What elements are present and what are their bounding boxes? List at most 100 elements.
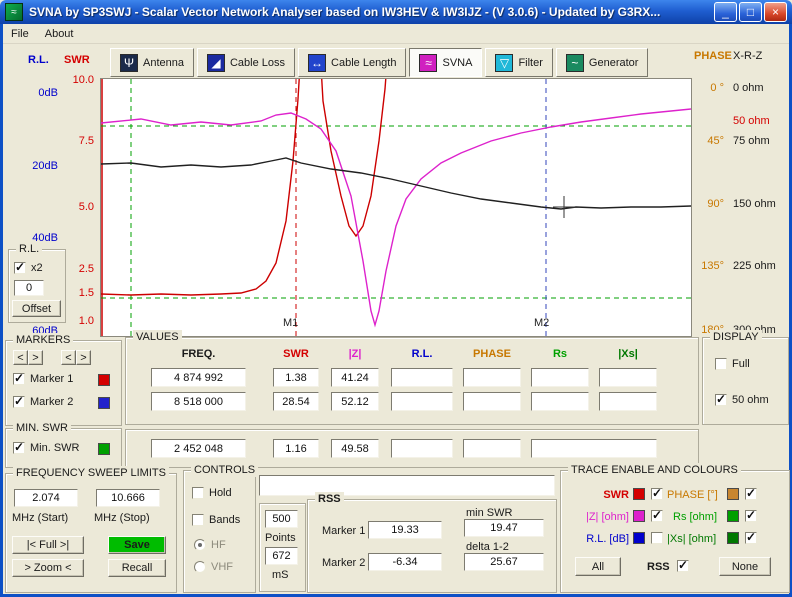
offset-button[interactable]: Offset xyxy=(12,300,61,317)
minswr-z-field[interactable] xyxy=(331,439,379,458)
trace-z-swatch[interactable] xyxy=(633,510,645,522)
ms-label: mS xyxy=(272,569,289,581)
trace-swr-checkbox-box xyxy=(651,486,663,500)
m1-z-field[interactable] xyxy=(331,368,379,387)
menu-about[interactable]: About xyxy=(37,26,82,42)
rl-offset-input[interactable] xyxy=(14,280,44,296)
trace-xs-swatch[interactable] xyxy=(727,532,739,544)
x2-checkbox[interactable]: x2 xyxy=(14,260,43,274)
cable-length-button[interactable]: ↔ Cable Length xyxy=(298,48,407,77)
save-button[interactable]: Save xyxy=(108,536,166,554)
m1-rs-field[interactable] xyxy=(531,368,589,387)
chart-area[interactable]: M1 M2 xyxy=(100,78,692,337)
hold-checkbox-label: Hold xyxy=(209,487,232,499)
stop-freq-input[interactable] xyxy=(96,489,160,507)
values-group: VALUES FREQ. SWR |Z| R.L. PHASE Rs |Xs| xyxy=(125,330,699,425)
hf-radio[interactable]: HF xyxy=(194,539,226,551)
m1-xs-field[interactable] xyxy=(599,368,657,387)
minswr-rl-field[interactable] xyxy=(391,439,453,458)
trace-rs-checkbox[interactable] xyxy=(745,508,757,522)
full-checkbox-box xyxy=(715,358,727,370)
minswr-swr-field[interactable] xyxy=(273,439,319,458)
phase-tick: 90° xyxy=(707,198,724,210)
message-box[interactable] xyxy=(259,475,555,496)
m2-xs-field[interactable] xyxy=(599,392,657,411)
bands-checkbox[interactable]: Bands xyxy=(192,514,240,526)
minswr-freq-field[interactable] xyxy=(151,439,246,458)
svna-button[interactable]: ≈ SVNA xyxy=(409,48,483,77)
rss-toggle-checkbox[interactable] xyxy=(677,558,689,572)
trace-phase-swatch[interactable] xyxy=(727,488,739,500)
full-checkbox[interactable]: Full xyxy=(715,358,750,370)
m1-swr-field[interactable] xyxy=(273,368,319,387)
rss-min-swr-field[interactable] xyxy=(464,519,544,537)
trace-swr-checkbox[interactable] xyxy=(651,486,663,500)
trace-xs-label: |Xs| [ohm] xyxy=(667,533,717,545)
stop-freq-label: MHz (Stop) xyxy=(94,512,150,524)
points-value-field[interactable] xyxy=(265,510,298,528)
trace-swr-swatch[interactable] xyxy=(633,488,645,500)
m1-freq-field[interactable] xyxy=(151,368,246,387)
marker2-checkbox-label: Marker 2 xyxy=(30,396,74,408)
filter-button[interactable]: ▽ Filter xyxy=(485,48,553,77)
m2-phase-field[interactable] xyxy=(463,392,521,411)
toolbar: Ψ Antenna ◢ Cable Loss ↔ Cable Length ≈ … xyxy=(110,48,649,77)
generator-button[interactable]: ~ Generator xyxy=(555,48,649,77)
close-button[interactable]: × xyxy=(764,2,787,22)
trace-swr-label: SWR xyxy=(603,489,629,501)
trace-phase-checkbox[interactable] xyxy=(745,486,757,500)
trace-z-checkbox[interactable] xyxy=(651,508,663,522)
recall-button[interactable]: Recall xyxy=(108,559,166,577)
antenna-button[interactable]: Ψ Antenna xyxy=(110,48,194,77)
trace-rl-swatch[interactable] xyxy=(633,532,645,544)
marker2-left-button[interactable]: < xyxy=(61,350,76,365)
start-freq-input[interactable] xyxy=(14,489,78,507)
filter-label: Filter xyxy=(518,56,543,69)
title-bar[interactable]: ≈ SVNA by SP3SWJ - Scalar Vector Network… xyxy=(0,0,792,24)
trace-xs-checkbox[interactable] xyxy=(745,530,757,544)
marker2-checkbox[interactable]: Marker 2 xyxy=(13,394,74,408)
generator-label: Generator xyxy=(588,56,639,69)
cable-loss-button[interactable]: ◢ Cable Loss xyxy=(196,48,296,77)
marker1-left-button[interactable]: < xyxy=(13,350,28,365)
marker1-checkbox[interactable]: Marker 1 xyxy=(13,371,73,385)
trace-rl-checkbox[interactable] xyxy=(651,532,663,544)
minswr-extra-field[interactable] xyxy=(531,439,657,458)
all-traces-button[interactable]: All xyxy=(575,557,621,576)
minswr-phase-field[interactable] xyxy=(463,439,521,458)
marker2-right-button[interactable]: > xyxy=(76,350,91,365)
window-border-left xyxy=(0,24,3,597)
rss-group: RSS Marker 1 min SWR Marker 2 delta 1-2 xyxy=(307,492,557,593)
minimize-button[interactable]: _ xyxy=(714,2,737,22)
m2-z-field[interactable] xyxy=(331,392,379,411)
trace-rs-swatch[interactable] xyxy=(727,510,739,522)
none-traces-button[interactable]: None xyxy=(719,557,771,576)
m1-phase-field[interactable] xyxy=(463,368,521,387)
marker1-right-button[interactable]: > xyxy=(28,350,43,365)
ohm50-checkbox[interactable]: 50 ohm xyxy=(715,392,769,406)
swr-tick: 7.5 xyxy=(78,135,94,147)
m2-swr-field[interactable] xyxy=(273,392,319,411)
rss-delta-field[interactable] xyxy=(464,553,544,571)
rss-marker2-field[interactable] xyxy=(368,553,442,571)
hold-checkbox[interactable]: Hold xyxy=(192,487,232,499)
rss-marker1-field[interactable] xyxy=(368,521,442,539)
bands-checkbox-label: Bands xyxy=(209,514,241,526)
trace-swr xyxy=(101,79,387,296)
ohm-tick: 0 ohm xyxy=(733,82,764,94)
full-span-button[interactable]: |< Full >| xyxy=(12,536,84,554)
vhf-radio[interactable]: VHF xyxy=(194,561,233,573)
trace-z-checkbox-box xyxy=(651,508,663,522)
cable-length-label: Cable Length xyxy=(331,56,397,69)
trace-group-title: TRACE ENABLE AND COLOURS xyxy=(568,463,741,477)
m2-freq-field[interactable] xyxy=(151,392,246,411)
ms-value-field[interactable] xyxy=(265,547,298,565)
min-swr-checkbox-label: Min. SWR xyxy=(30,442,80,454)
menu-file[interactable]: File xyxy=(3,26,37,42)
maximize-button[interactable]: □ xyxy=(739,2,762,22)
m1-rl-field[interactable] xyxy=(391,368,453,387)
m2-rl-field[interactable] xyxy=(391,392,453,411)
min-swr-checkbox[interactable]: Min. SWR xyxy=(13,440,80,454)
m2-rs-field[interactable] xyxy=(531,392,589,411)
zoom-button[interactable]: > Zoom < xyxy=(12,559,84,577)
